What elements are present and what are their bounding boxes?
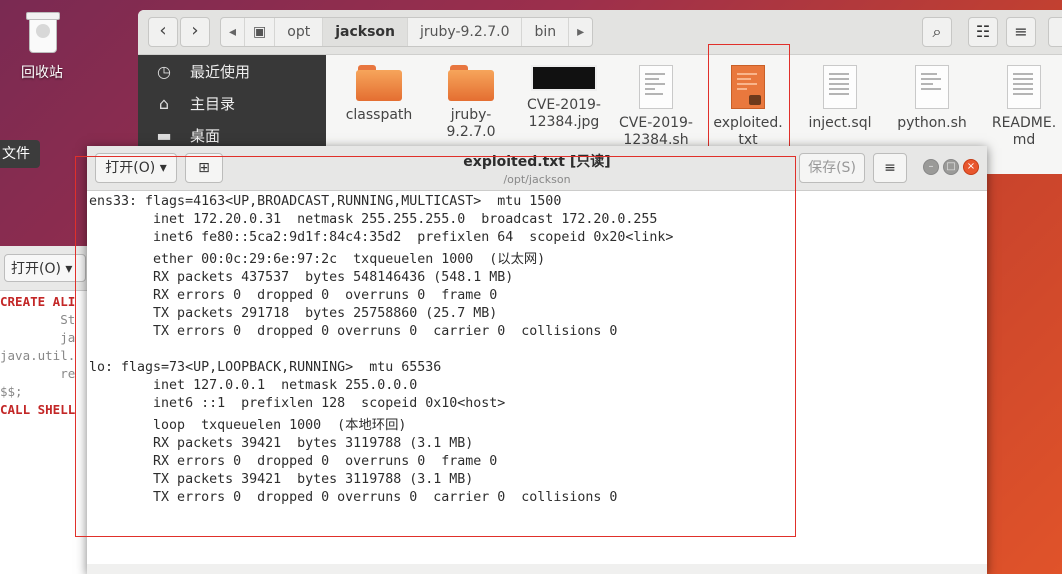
breadcrumb-scroll-right[interactable]: ▸ [569,18,592,46]
text-line: lo: flags=73<UP,LOOPBACK,RUNNING> mtu 65… [89,360,442,375]
text-line: TX errors 0 dropped 0 overruns 0 carrier… [89,324,618,339]
file-item-python-sh[interactable]: python.sh [892,65,972,132]
file-name: exploited. [713,115,783,131]
hamburger-icon: ≡ [884,160,896,176]
text-line: loop txqueuelen 1000 (本地环回) [89,418,407,433]
window-minimize-button[interactable] [1048,17,1062,47]
list-view-icon: ☷ [975,22,991,41]
clock-icon: ◷ [157,61,171,81]
file-name: inject.sql [808,115,872,131]
file-name: README. [991,115,1057,131]
lock-icon [749,95,761,105]
trash-icon [25,10,60,53]
text-line: RX errors 0 dropped 0 overruns 0 frame 0 [89,454,498,469]
text-line: RX errors 0 dropped 0 overruns 0 frame 0 [89,288,498,303]
editor-header: 打开(O) ▾ ⊞ exploited.txt [只读] /opt/jackso… [87,146,987,191]
file-name-line2: md [1012,132,1036,148]
file-item-jruby[interactable]: jruby- 9.2.7.0 [431,65,511,141]
background-code: CREATE ALI St ja java.util. re $$; CALL … [0,291,90,419]
search-button[interactable]: ⌕ [922,17,952,47]
drive-icon[interactable]: ▣ [245,18,276,46]
chevron-right-icon: › [191,20,199,41]
breadcrumb: ◂ ▣ opt jackson jruby-9.2.7.0 bin ▸ [220,17,594,47]
close-button[interactable]: × [963,159,979,175]
view-options-button[interactable]: ☷ [968,17,998,47]
code-line: St [0,312,76,327]
text-line: ens33: flags=4163<UP,BROADCAST,RUNNING,M… [89,194,562,209]
text-line: RX packets 437537 bytes 548146436 (548.1… [89,270,514,285]
text-editor-window: 打开(O) ▾ ⊞ exploited.txt [只读] /opt/jackso… [87,146,987,574]
document-content[interactable]: ens33: flags=4163<UP,BROADCAST,RUNNING,M… [87,191,987,507]
sidebar-item-label: 最近使用 [190,62,251,81]
hamburger-icon: ≡ [1014,22,1028,41]
save-button[interactable]: 保存(S) [799,153,865,183]
text-line: TX packets 39421 bytes 3119788 (3.1 MB) [89,472,474,487]
menu-button[interactable]: ≡ [873,153,907,183]
minimize-button[interactable]: – [923,159,939,175]
code-line: re [0,366,76,381]
search-icon: ⌕ [932,22,942,41]
back-button[interactable]: ‹ [148,17,178,47]
files-dock-tooltip: 文件 [0,140,40,168]
file-item-exploited-txt[interactable]: exploited. txt [708,65,788,149]
folder-icon [356,65,402,101]
text-file-icon [1007,65,1041,109]
text-line: ether 00:0c:29:6e:97:2c txqueuelen 1000 … [89,252,546,267]
breadcrumb-scroll-left[interactable]: ◂ [221,18,246,46]
sidebar-item-label: 主目录 [190,94,236,113]
file-item-cve-sh[interactable]: CVE-2019- 12384.sh [616,65,696,149]
home-icon: ⌂ [158,93,170,113]
sidebar-item-recent[interactable]: ◷ 最近使用 [138,55,326,87]
background-open-button[interactable]: 打开(O) ▾ [4,254,86,282]
text-line: TX packets 291718 bytes 25758860 (25.7 M… [89,306,498,321]
breadcrumb-jruby[interactable]: jruby-9.2.7.0 [408,18,523,46]
folder-icon [448,65,494,101]
sidebar-item-label: 桌面 [190,126,221,145]
file-name: classpath [345,107,413,123]
trash-label: 回收站 [21,65,63,81]
code-line: CREATE ALI [0,294,76,309]
maximize-button[interactable]: □ [943,159,959,175]
code-line: java.util. [0,348,76,363]
text-line: inet6 fe80::5ca2:9d1f:84c4:35d2 prefixle… [89,230,674,245]
file-name: CVE-2019- [619,115,693,131]
file-item-inject-sql[interactable]: inject.sql [800,65,880,132]
text-line: inet 127.0.0.1 netmask 255.0.0.0 [89,378,418,393]
text-line: TX errors 0 dropped 0 overruns 0 carrier… [89,490,618,505]
breadcrumb-jackson[interactable]: jackson [323,18,408,46]
chevron-left-icon: ‹ [159,20,167,41]
status-bar [87,564,987,574]
breadcrumb-opt[interactable]: opt [275,18,324,46]
folder-icon: ▬ [156,125,172,145]
file-name-line2: 9.2.7.0 [446,124,496,140]
breadcrumb-bin[interactable]: bin [522,18,570,46]
image-thumbnail-icon [531,65,597,91]
file-item-classpath[interactable]: classpath [339,65,419,124]
file-manager-header: ‹ › ◂ ▣ opt jackson jruby-9.2.7.0 bin ▸ … [138,10,1062,55]
file-item-cve-jpg[interactable]: CVE-2019- 12384.jpg [524,65,604,131]
file-name: python.sh [897,115,967,131]
code-line: CALL SHELL [0,402,76,417]
script-file-icon [915,65,949,109]
trash-desktop-icon[interactable]: 回收站 [14,10,70,82]
text-file-icon [823,65,857,109]
text-line: RX packets 39421 bytes 3119788 (3.1 MB) [89,436,474,451]
script-file-icon [639,65,673,109]
file-name: CVE-2019- [527,97,601,113]
code-line: ja [0,330,76,345]
background-editor-window: 打开(O) ▾ CREATE ALI St ja java.util. re $… [0,246,90,574]
menu-button[interactable]: ≡ [1006,17,1036,47]
text-line: inet6 ::1 prefixlen 128 scopeid 0x10<hos… [89,396,506,411]
file-name-line2: 12384.jpg [528,114,600,130]
file-name: jruby- [450,107,492,123]
text-line: inet 172.20.0.31 netmask 255.255.255.0 b… [89,212,658,227]
locked-text-file-icon [731,65,765,109]
file-item-readme[interactable]: README. md [984,65,1062,149]
sidebar-item-home[interactable]: ⌂ 主目录 [138,87,326,119]
code-line: $$; [0,384,23,399]
forward-button[interactable]: › [180,17,210,47]
